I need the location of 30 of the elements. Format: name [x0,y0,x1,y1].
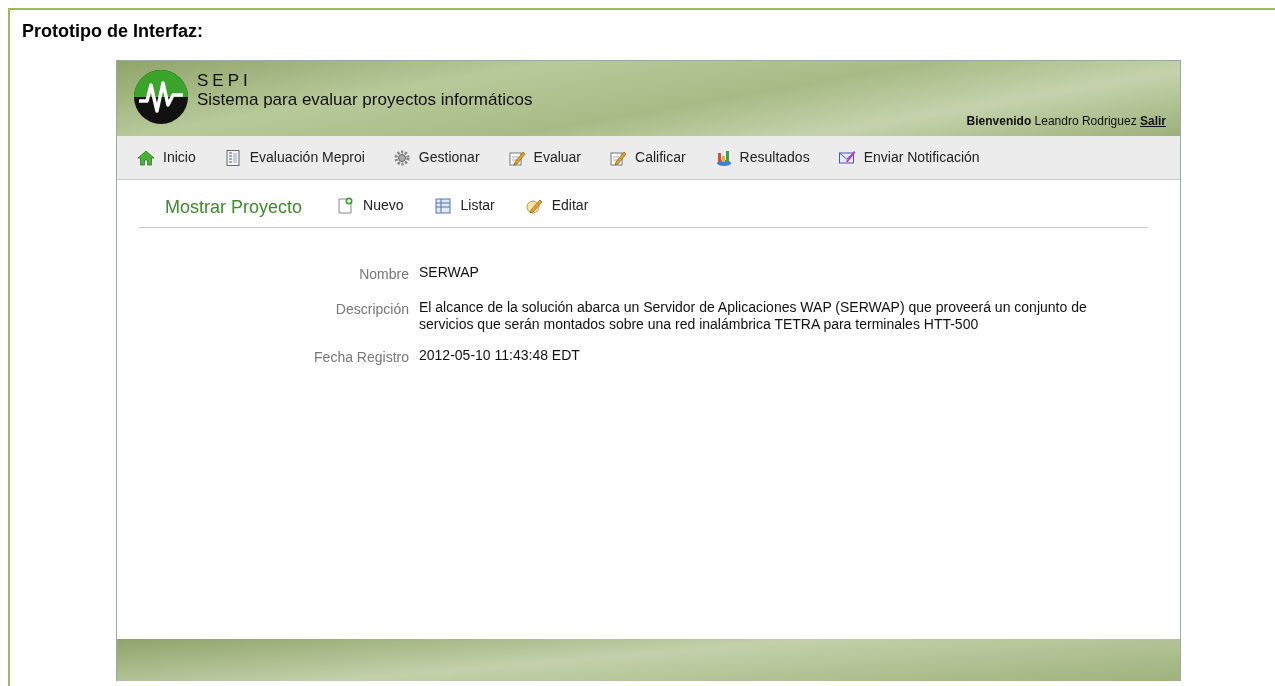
field-value: SERWAP [419,264,480,282]
mail-icon [837,148,856,167]
action-link[interactable]: Nuevo [336,195,404,216]
field-value: El alcance de la solución abarca un Servidor de Aplicaciones WAP (SERWAP) que proveerá un conjunto de servicios que serán montados sobre una red inalámbrica TETRA para terminales HTT-500 [419,299,1088,333]
menu-item[interactable]: Calificar [609,147,686,168]
menu-item[interactable]: Inicio [137,147,196,168]
menu-item[interactable]: Evaluación Meproi [223,147,365,168]
new-document-icon [336,196,355,215]
logo-icon [133,69,189,125]
field-label: Nombre [358,265,409,284]
menu-item[interactable]: Evaluar [507,147,582,168]
action-link[interactable]: Listar [433,195,495,216]
field-value: 2012-05-10 11:43:48 EDT [419,347,581,365]
user-name: Leandro Rodriguez [1034,114,1137,128]
home-icon [137,148,155,167]
list-icon [433,196,452,215]
logout-link[interactable]: Salir [1140,114,1166,128]
field-label: Descripción [334,300,409,319]
menu-item[interactable]: Resultados [713,147,810,168]
welcome-label: Bienvenido [966,114,1032,128]
app-subtitle: Sistema para evaluar proyectos informáticos [197,90,533,110]
gear-icon [392,148,411,167]
field-label: Fecha Registro [313,348,409,367]
notebook-icon [223,148,242,167]
menu-item[interactable]: Enviar Notificación [837,147,980,168]
app-title: SEPI [197,72,253,90]
document-heading: Prototipo de Interfaz: [21,20,204,43]
action-link[interactable]: Editar [524,195,589,216]
page-title: Mostrar Proyecto [165,196,303,219]
menu-item[interactable]: Gestionar [392,147,480,168]
